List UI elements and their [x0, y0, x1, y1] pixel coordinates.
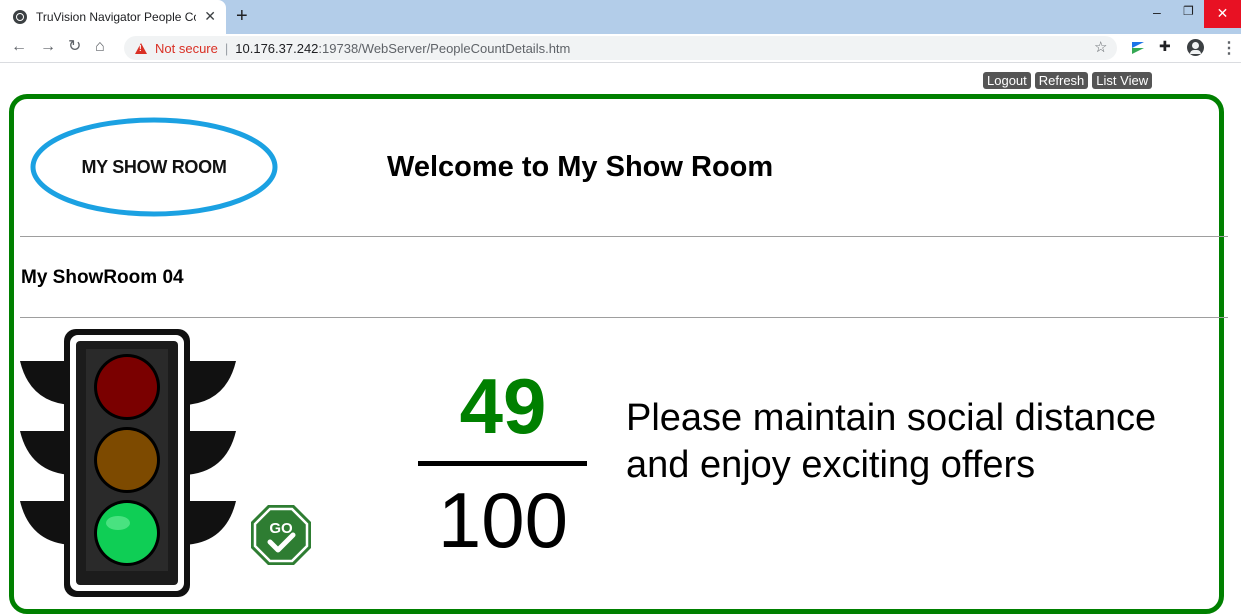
refresh-button[interactable]: Refresh [1034, 72, 1089, 89]
page-title: Welcome to My Show Room [387, 151, 774, 183]
logo: MY SHOW ROOM [30, 117, 278, 217]
reload-icon[interactable]: ↻ [68, 37, 81, 57]
amber-light [97, 430, 157, 490]
bookmark-star-icon[interactable]: ☆ [1094, 38, 1107, 56]
window-close-icon[interactable]: ✕ [1204, 0, 1241, 28]
current-count: 49 [459, 362, 547, 450]
top-actions: Logout Refresh List View [983, 72, 1153, 89]
tab-bar: TruVision Navigator People Coun ✕ + – ❐ … [0, 0, 1241, 34]
restore-icon[interactable]: ❐ [1183, 4, 1194, 18]
home-icon[interactable]: ⌂ [95, 37, 105, 57]
browser-toolbar: ← → ↻ ⌂ Not secure | 10.176.37.242:19738… [0, 34, 1241, 63]
url-separator: | [224, 40, 229, 56]
url-path: :19738/WebServer/PeopleCountDetails.htm [318, 40, 571, 56]
red-light [97, 357, 157, 417]
browser-tab[interactable]: TruVision Navigator People Coun ✕ [0, 0, 226, 34]
people-count-panel: MY SHOW ROOM Welcome to My Show Room My … [9, 94, 1228, 614]
tab-close-icon[interactable]: ✕ [204, 9, 216, 23]
menu-kebab-icon[interactable]: ⋮ [1221, 38, 1237, 58]
green-light [97, 503, 157, 563]
extension-icon[interactable] [1130, 39, 1146, 55]
location-name: My ShowRoom 04 [21, 267, 184, 288]
tab-title: TruVision Navigator People Coun [36, 10, 196, 24]
profile-icon[interactable] [1187, 39, 1204, 56]
divider [20, 317, 1228, 318]
go-sign-icon: GO [251, 505, 311, 565]
security-label[interactable]: Not secure [155, 41, 218, 56]
status-message: Please maintain social distance and enjo… [626, 397, 1157, 486]
go-sign-text: GO [269, 520, 293, 537]
address-bar[interactable]: Not secure | 10.176.37.242:19738/WebServ… [124, 36, 1117, 60]
list-view-button[interactable]: List View [1092, 72, 1153, 89]
back-arrow-icon[interactable]: ← [11, 37, 27, 57]
globe-icon [13, 10, 27, 24]
warning-icon [135, 42, 147, 54]
puzzle-extensions-icon[interactable]: ✚ [1159, 38, 1171, 55]
url-host: 10.176.37.242 [235, 40, 319, 56]
fraction-bar [418, 461, 587, 466]
logout-button[interactable]: Logout [983, 72, 1031, 89]
logo-text: MY SHOW ROOM [81, 156, 227, 177]
divider [20, 236, 1228, 237]
new-tab-button[interactable]: + [236, 6, 248, 26]
traffic-light [20, 329, 236, 597]
forward-arrow-icon[interactable]: → [40, 37, 56, 57]
minimize-icon[interactable]: – [1153, 4, 1161, 20]
max-capacity: 100 [437, 476, 569, 564]
